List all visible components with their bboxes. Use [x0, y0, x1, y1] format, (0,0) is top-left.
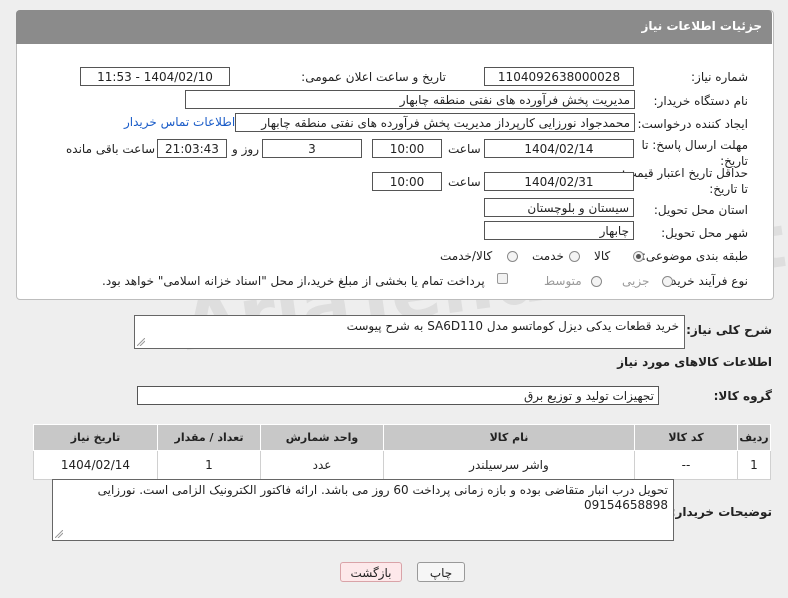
category-label: طبقه بندی موضوعی:: [641, 249, 748, 263]
need-number-label: شماره نیاز:: [691, 70, 748, 84]
buyer-contact-link[interactable]: اطلاعات تماس خریدار: [124, 115, 235, 129]
category-goods-radio[interactable]: [633, 251, 644, 262]
goods-group-field[interactable]: تجهیزات تولید و توزیع برق: [137, 386, 659, 405]
buyer-org-field[interactable]: مدیریت پخش فرآورده های نفتی منطقه چابهار: [185, 90, 635, 109]
col-qty: تعداد / مقدار: [157, 424, 261, 451]
deadline-date-field[interactable]: 1404/02/14: [484, 139, 634, 158]
category-goods-label: کالا: [594, 249, 611, 263]
col-unit: واحد شمارش: [260, 424, 384, 451]
back-button[interactable]: بازگشت: [340, 562, 402, 582]
summary-text: خرید قطعات یدکی دیزل کوماتسو مدل SA6D110…: [346, 319, 679, 333]
need-number-field[interactable]: 1104092638000028: [484, 67, 634, 86]
category-service-label: خدمت: [532, 249, 564, 263]
validity-label: حداقل تاریخ اعتبار قیمت: تا تاریخ:: [621, 166, 748, 196]
buyer-notes-label: توضیحات خریدار:: [670, 505, 772, 519]
table-row[interactable]: 1 -- واشر سرسیلندر عدد 1 1404/02/14: [33, 450, 771, 480]
goods-section-title: اطلاعات کالاهای مورد نیاز: [617, 355, 772, 369]
creator-field[interactable]: محمدجواد نورزایی کارپرداز مدیریت پخش فرآ…: [235, 113, 635, 132]
payment-treasury-checkbox[interactable]: [497, 273, 508, 284]
table-header-row: ردیف کد کالا نام کالا واحد شمارش تعداد /…: [33, 424, 771, 451]
buyer-org-label: نام دستگاه خریدار:: [653, 94, 749, 108]
city-field[interactable]: چابهار: [484, 221, 634, 240]
process-label: نوع فرآیند خرید :: [663, 274, 748, 288]
process-medium-label: متوسط: [544, 274, 582, 288]
cell-qty: 1: [157, 450, 261, 480]
province-field[interactable]: سیستان و بلوچستان: [484, 198, 634, 217]
category-service-radio[interactable]: [569, 251, 580, 262]
resize-handle-icon[interactable]: [137, 338, 145, 346]
goods-group-label: گروه کالا:: [713, 389, 772, 403]
cell-row: 1: [737, 450, 771, 480]
buyer-notes-text: تحویل درب انبار متقاضی بوده و بازه زمانی…: [97, 483, 668, 512]
deadline-time-field[interactable]: 10:00: [372, 139, 442, 158]
print-button[interactable]: چاپ: [417, 562, 465, 582]
validity-date-field[interactable]: 1404/02/31: [484, 172, 634, 191]
buyer-notes-textarea[interactable]: تحویل درب انبار متقاضی بوده و بازه زمانی…: [52, 479, 674, 541]
panel-title: جزئیات اطلاعات نیاز: [641, 19, 762, 33]
process-minor-label: جزیی: [622, 274, 650, 288]
cell-code: --: [634, 450, 738, 480]
remaining-time-field[interactable]: 21:03:43: [157, 139, 227, 158]
announce-label: تاریخ و ساعت اعلان عمومی:: [301, 70, 446, 84]
cell-date: 1404/02/14: [33, 450, 158, 480]
col-code: کد کالا: [634, 424, 738, 451]
process-medium-radio[interactable]: [591, 276, 602, 287]
validity-time-field[interactable]: 10:00: [372, 172, 442, 191]
days-label: روز و: [232, 142, 259, 156]
payment-note: پرداخت تمام یا بخشی از مبلغ خرید،از محل …: [102, 274, 485, 288]
col-row: ردیف: [737, 424, 771, 451]
panel-header: جزئیات اطلاعات نیاز: [16, 10, 772, 44]
cell-name: واشر سرسیلندر: [383, 450, 635, 480]
category-both-label: کالا/خدمت: [440, 249, 493, 263]
creator-label: ایجاد کننده درخواست:: [637, 117, 748, 131]
col-name: نام کالا: [383, 424, 635, 451]
days-field[interactable]: 3: [262, 139, 362, 158]
city-label: شهر محل تحویل:: [661, 226, 748, 240]
validity-time-label: ساعت: [448, 175, 481, 189]
summary-label: شرح کلی نیاز:: [686, 323, 772, 337]
summary-textarea[interactable]: خرید قطعات یدکی دیزل کوماتسو مدل SA6D110…: [134, 315, 685, 349]
remaining-label: ساعت باقی مانده: [66, 142, 156, 156]
announce-field[interactable]: 1404/02/10 - 11:53: [80, 67, 230, 86]
deadline-time-label: ساعت: [448, 142, 481, 156]
cell-unit: عدد: [260, 450, 384, 480]
resize-handle-icon[interactable]: [55, 530, 63, 538]
process-minor-radio[interactable]: [662, 276, 673, 287]
col-date: تاریخ نیاز: [33, 424, 158, 451]
items-table: ردیف کد کالا نام کالا واحد شمارش تعداد /…: [33, 424, 771, 480]
category-both-radio[interactable]: [507, 251, 518, 262]
province-label: استان محل تحویل:: [653, 203, 748, 217]
